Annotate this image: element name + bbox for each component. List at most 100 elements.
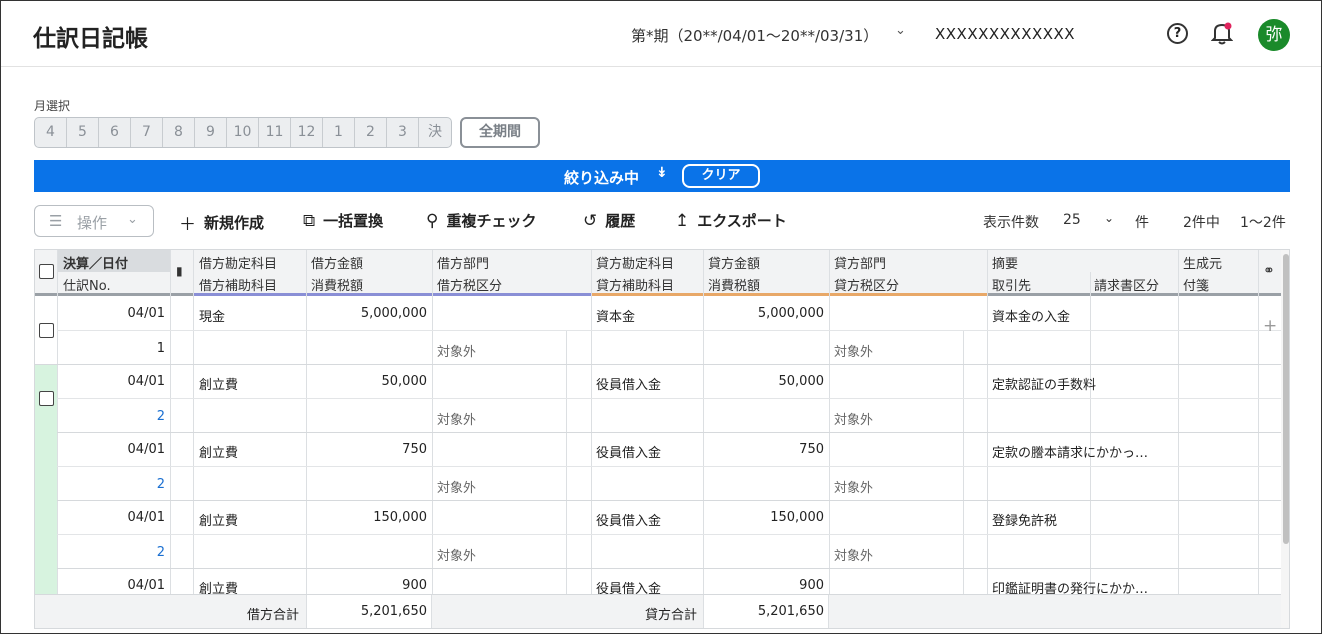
col-credit-tax-class[interactable]: 貸方税区分 [834, 275, 899, 294]
month-button[interactable]: 9 [195, 118, 227, 147]
row-date[interactable]: 04/01 [63, 442, 165, 457]
operation-select[interactable]: ☰ 操作 ⌄ [34, 205, 154, 237]
period-selector[interactable]: 第*期（20**/04/01〜20**/03/31） [631, 25, 878, 46]
row-credit-amount[interactable]: 150,000 [708, 510, 824, 525]
col-debit-dept[interactable]: 借方部門 [437, 253, 489, 272]
row-journal-no[interactable]: 2 [63, 477, 165, 492]
col-journal-no[interactable]: 仕訳No. [63, 275, 111, 294]
col-credit-sub[interactable]: 貸方補助科目 [596, 275, 674, 294]
row-date[interactable]: 04/01 [63, 374, 165, 389]
row-date[interactable]: 04/01 [63, 510, 165, 525]
row-checkbox[interactable] [39, 391, 54, 406]
row-credit-account[interactable]: 役員借入金 [596, 442, 661, 461]
row-summary[interactable]: 定款認証の手数料 [992, 374, 1096, 393]
row-credit-amount[interactable]: 750 [708, 442, 824, 457]
scrollbar-thumb[interactable] [1283, 254, 1289, 544]
row-credit-amount[interactable]: 5,000,000 [708, 306, 824, 321]
month-button[interactable]: 7 [131, 118, 163, 147]
row-credit-amount[interactable]: 900 [708, 578, 824, 593]
credit-total: 5,201,650 [757, 604, 824, 619]
col-settle-date[interactable]: 決算／日付 [63, 253, 128, 272]
month-selector: 4 5 6 7 8 9 10 11 12 1 2 3 決 [34, 117, 452, 148]
row-debit-amount[interactable]: 150,000 [311, 510, 427, 525]
bell-icon[interactable] [1211, 21, 1233, 45]
help-icon[interactable]: ? [1167, 23, 1188, 44]
row-credit-amount[interactable]: 50,000 [708, 374, 825, 389]
month-button[interactable]: 8 [163, 118, 195, 147]
debit-total-label: 借方合計 [246, 608, 299, 623]
row-date[interactable]: 04/01 [63, 578, 165, 593]
row-debit-amount[interactable]: 5,000,000 [311, 306, 427, 321]
row-debit-amount[interactable]: 900 [311, 578, 427, 593]
row-debit-tax-class[interactable]: 対象外 [437, 409, 476, 428]
double-chevron-down-icon[interactable]: ↡ [656, 165, 668, 181]
row-debit-tax-class[interactable]: 対象外 [437, 341, 476, 360]
row-credit-account[interactable]: 資本金 [596, 306, 635, 325]
col-debit-tax-class[interactable]: 借方税区分 [437, 275, 502, 294]
export-label: エクスポート [697, 212, 787, 230]
row-credit-tax-class[interactable]: 対象外 [834, 545, 873, 564]
filter-status[interactable]: 絞り込み中 [564, 167, 639, 188]
per-page-select[interactable]: 25 [1063, 212, 1081, 228]
col-debit-sub[interactable]: 借方補助科目 [199, 275, 277, 294]
row-credit-tax-class[interactable]: 対象外 [834, 341, 873, 360]
chevron-down-icon[interactable]: ⌄ [895, 23, 906, 38]
row-debit-amount[interactable]: 50,000 [311, 374, 428, 389]
chevron-down-icon[interactable]: ⌄ [1104, 211, 1114, 225]
bulk-replace-button[interactable]: ⧉ 一括置換 [303, 210, 383, 231]
row-journal-no[interactable]: 2 [63, 409, 165, 424]
row-debit-account[interactable]: 創立費 [199, 442, 238, 461]
row-debit-tax-class[interactable]: 対象外 [437, 545, 476, 564]
month-button[interactable]: 5 [67, 118, 99, 147]
avatar[interactable]: 弥 [1258, 19, 1290, 51]
month-button[interactable]: 6 [99, 118, 131, 147]
row-debit-account[interactable]: 現金 [199, 306, 225, 325]
row-checkbox[interactable] [39, 323, 54, 338]
col-debit-amount[interactable]: 借方金額 [311, 253, 363, 272]
row-debit-amount[interactable]: 750 [311, 442, 427, 457]
row-journal-no[interactable]: 2 [63, 545, 165, 560]
new-entry-button[interactable]: ＋ 新規作成 [179, 210, 264, 235]
col-partner[interactable]: 取引先 [992, 275, 1031, 294]
col-invoice-class[interactable]: 請求書区分 [1094, 275, 1159, 294]
row-debit-tax-class[interactable]: 対象外 [437, 477, 476, 496]
row-credit-account[interactable]: 役員借入金 [596, 374, 661, 393]
col-credit-account[interactable]: 貸方勘定科目 [596, 253, 674, 272]
month-button[interactable]: 11 [259, 118, 291, 147]
month-button-settlement[interactable]: 決 [419, 118, 451, 147]
row-summary[interactable]: 登録免許税 [992, 510, 1057, 529]
clear-filter-button[interactable]: クリア [682, 164, 760, 188]
paperclip-icon[interactable]: ⚭ [1263, 263, 1275, 279]
month-button[interactable]: 1 [323, 118, 355, 147]
row-credit-tax-class[interactable]: 対象外 [834, 409, 873, 428]
col-credit-tax[interactable]: 消費税額 [708, 275, 760, 294]
row-credit-account[interactable]: 役員借入金 [596, 510, 661, 529]
row-date[interactable]: 04/01 [63, 306, 165, 321]
row-debit-account[interactable]: 創立費 [199, 374, 238, 393]
export-button[interactable]: ↥ エクスポート [675, 210, 787, 231]
month-button[interactable]: 12 [291, 118, 323, 147]
row-credit-tax-class[interactable]: 対象外 [834, 477, 873, 496]
history-button[interactable]: ↺ 履歴 [583, 210, 635, 231]
row-journal-no[interactable]: 1 [63, 341, 165, 356]
month-button[interactable]: 2 [355, 118, 387, 147]
add-sticky-plus-icon[interactable]: + [1263, 316, 1277, 336]
month-button[interactable]: 4 [35, 118, 67, 147]
col-debit-tax[interactable]: 消費税額 [311, 275, 363, 294]
row-debit-account[interactable]: 創立費 [199, 510, 238, 529]
all-period-button[interactable]: 全期間 [460, 117, 540, 148]
col-sticky[interactable]: 付箋 [1183, 275, 1209, 294]
month-button[interactable]: 3 [387, 118, 419, 147]
month-button[interactable]: 10 [227, 118, 259, 147]
select-all-checkbox[interactable] [39, 264, 54, 279]
row-summary[interactable]: 定款の謄本請求にかかっ… [992, 442, 1148, 461]
col-credit-dept[interactable]: 貸方部門 [834, 253, 886, 272]
total-count: 2件中 [1183, 215, 1220, 231]
col-credit-amount[interactable]: 貸方金額 [708, 253, 760, 272]
col-summary[interactable]: 摘要 [992, 253, 1018, 272]
col-debit-account[interactable]: 借方勘定科目 [199, 253, 277, 272]
row-summary[interactable]: 資本金の入金 [992, 306, 1070, 325]
duplicate-check-button[interactable]: ⚲ 重複チェック [426, 210, 536, 231]
company-name[interactable]: XXXXXXXXXXXXX [935, 25, 1075, 43]
col-source[interactable]: 生成元 [1183, 253, 1222, 272]
